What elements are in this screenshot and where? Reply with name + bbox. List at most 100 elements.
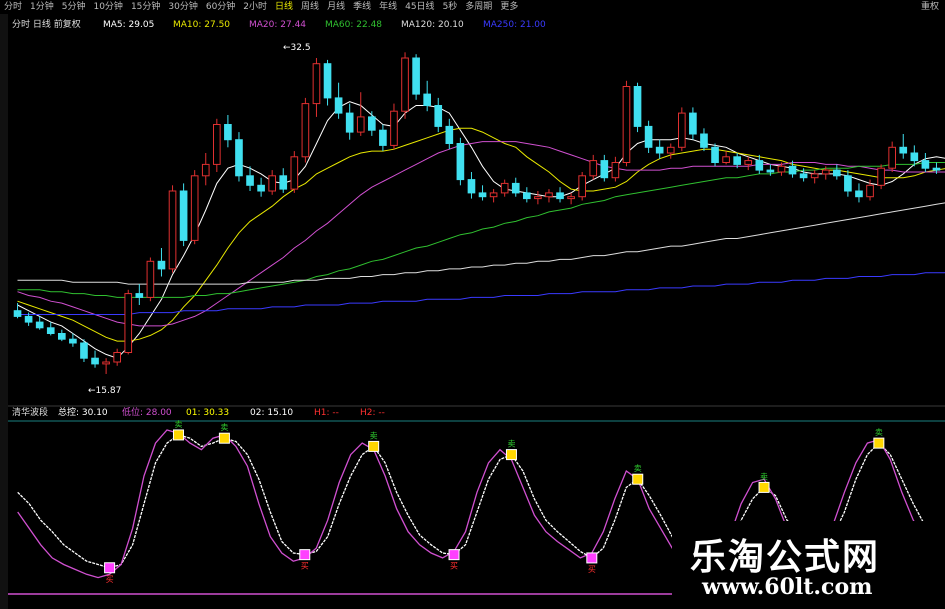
candle-body-up [124,293,133,354]
candle-body-down [257,184,265,192]
candle-body-down [135,293,144,298]
candle-body-down [700,133,708,148]
candle-body-up [268,175,277,192]
candle-body-down [689,112,697,135]
legend-item: H1: -- [314,408,339,418]
buy-signal-marker [104,562,116,574]
candle-body-down [799,173,808,179]
candle [622,80,631,167]
sell-signal-marker [758,481,770,493]
buy-signal-marker [586,552,598,564]
candle-body-up [312,63,321,105]
legend-title: 清华波段 [12,406,48,418]
sell-label: 卖 [634,464,642,473]
buy-label: 买 [106,575,114,584]
candle-body-down [655,146,664,154]
stock-chart: 买卖卖买卖买卖买卖买卖买卖 ←32.5 ←15.87 分时 日线 前复权MA5:… [8,14,945,595]
buy-label: 买 [588,565,596,574]
candle-body-down [58,333,66,340]
candle [401,52,409,119]
candle-body-down [235,139,243,177]
candle-body-down [368,116,376,131]
candle-body-down [279,175,288,190]
candle-body-down [224,124,232,141]
candle-body-up [578,175,586,198]
candle [290,151,299,193]
candle-body-down [345,112,354,133]
candle-body-down [80,342,88,359]
candle [80,339,88,362]
candle-body-up [301,103,310,158]
candle [124,289,133,355]
candle-body-down [456,143,465,181]
high-price-marker: ←32.5 [283,43,311,53]
candle-body-up [146,260,155,298]
candle-body-down [833,169,841,177]
candle-body-up [777,165,786,173]
candle [711,143,719,167]
sell-label: 卖 [507,440,515,449]
sell-label: 卖 [875,428,883,437]
watermark-url: www.60lt.com [702,574,873,600]
candle-body-down [478,192,487,198]
candle [578,172,586,201]
candle-body-up [821,169,830,175]
candle [213,118,221,172]
legend-item: MA250: 21.00 [483,20,546,30]
legend-item: 低位: 28.00 [122,406,172,418]
candle [190,170,199,245]
candle-body-down [855,190,863,198]
candle-body-up [589,160,598,177]
candle-body-down [323,63,332,99]
candle-body-down [334,97,343,114]
candle-body-up [810,173,819,179]
legend-item: MA20: 27.44 [249,20,306,30]
candle-body-up [500,182,509,194]
candle [179,183,188,247]
candle [877,164,885,190]
candle-body-down [179,190,188,241]
candle-body-up [744,160,753,165]
candle [456,137,465,186]
candle [633,82,642,133]
candle-body-up [611,162,620,179]
candle-body-up [201,163,210,177]
candle-body-down [921,160,930,169]
candle-body-up [722,156,730,164]
candle [146,257,155,302]
candle-body-up [168,190,177,270]
sell-label: 卖 [174,420,182,429]
main-chart-area [8,14,945,406]
sell-signal-marker [172,429,184,441]
legend-title: 分时 日线 前复权 [12,18,81,30]
legend-item: MA10: 27.50 [173,20,230,30]
candle-body-down [711,146,719,164]
low-price-marker: ←15.87 [88,386,121,396]
candle-body-down [467,179,476,194]
candle-body-down [511,182,520,194]
sell-label: 卖 [760,472,768,481]
candle-body-up [213,124,221,165]
candle-body-down [644,125,653,148]
candle-body-down [932,167,941,171]
candle-body-up [489,192,498,198]
candle-body-up [356,116,365,133]
candle-body-down [523,192,531,200]
legend-item: 02: 15.10 [250,408,293,418]
candle-body-down [412,57,420,95]
candle [678,107,686,152]
candle-body-down [46,327,55,334]
candle-body-up [190,175,199,241]
candle-body-down [910,152,919,162]
candle-body-down [379,129,387,146]
legend-item: 01: 30.33 [186,408,229,418]
sell-label: 卖 [370,431,378,440]
candle-body-up [678,112,686,148]
candle-body-up [102,361,110,365]
candle-body-down [556,192,564,200]
candle-body-down [434,105,443,127]
candle-body-down [899,146,908,154]
candle-body-up [545,192,553,198]
candle-body-up [290,156,299,190]
candle-body-down [755,160,764,171]
